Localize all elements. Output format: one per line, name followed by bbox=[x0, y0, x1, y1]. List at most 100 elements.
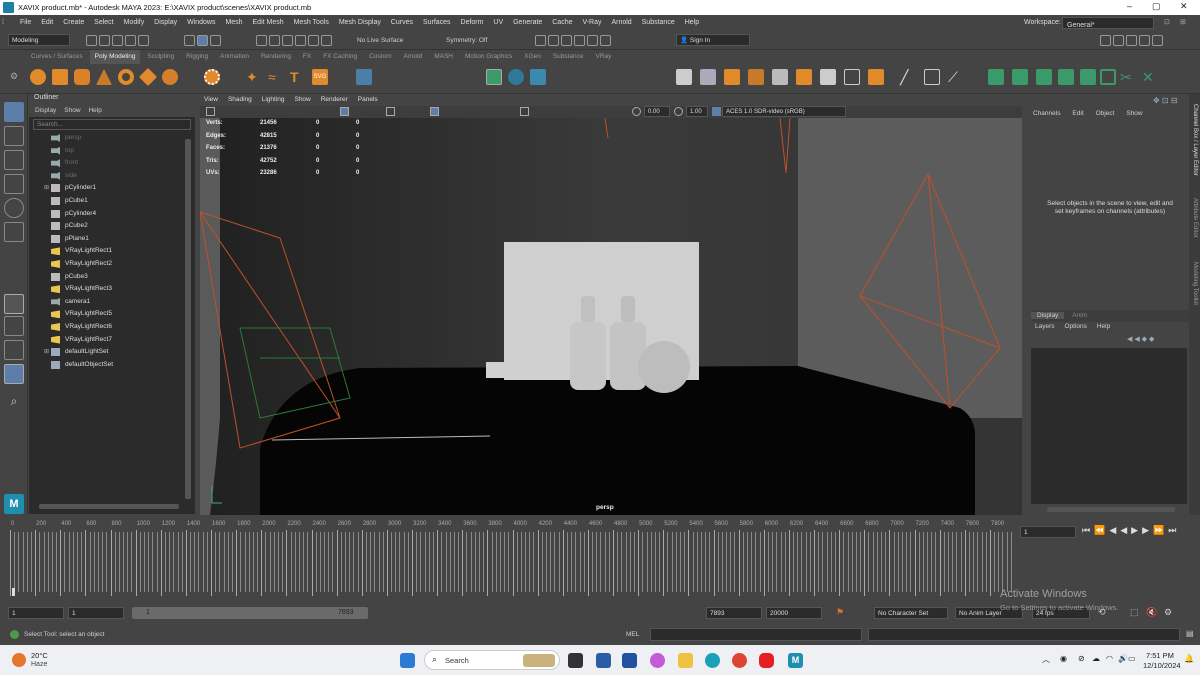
poly-cone-icon[interactable] bbox=[96, 69, 112, 85]
uv-unfold-icon[interactable] bbox=[1080, 69, 1096, 85]
shelf-tab-poly-modeling[interactable]: Poly Modeling bbox=[89, 50, 141, 64]
sign-in-dropdown[interactable]: 👤 Sign In bbox=[676, 34, 750, 46]
outliner-item[interactable]: ⊞ pCylinder1 bbox=[29, 182, 189, 194]
uv-sew-icon[interactable]: ✕ bbox=[1142, 69, 1158, 85]
edge-icon[interactable] bbox=[705, 653, 720, 668]
undo-icon[interactable] bbox=[125, 35, 136, 46]
layer-menu-layers[interactable]: Layers bbox=[1035, 323, 1055, 330]
outliner-menu-help[interactable]: Help bbox=[88, 107, 101, 114]
outliner-item[interactable]: camera1 bbox=[29, 296, 189, 308]
menu-edit-mesh[interactable]: Edit Mesh bbox=[249, 15, 288, 31]
store-icon[interactable] bbox=[596, 653, 611, 668]
menu-surfaces[interactable]: Surfaces bbox=[419, 15, 455, 31]
ipr-icon[interactable] bbox=[548, 35, 559, 46]
shelf-tab-rendering[interactable]: Rendering bbox=[256, 50, 296, 64]
select-tool-icon[interactable] bbox=[4, 102, 24, 122]
view-transform-dropdown[interactable]: ACES 1.0 SDR-video (sRGB) bbox=[722, 106, 846, 117]
outliner-item[interactable]: VRayLightRect5 bbox=[29, 308, 189, 320]
menuset-dropdown[interactable]: Modeling bbox=[8, 34, 70, 46]
shelf-tab-rigging[interactable]: Rigging bbox=[181, 50, 213, 64]
workspace-lock-icon[interactable]: ⊡ bbox=[1160, 15, 1174, 31]
hypershade-icon[interactable] bbox=[574, 35, 585, 46]
step-forward-frame-icon[interactable]: ▶ bbox=[1142, 525, 1153, 535]
wireframe-icon[interactable] bbox=[386, 107, 395, 116]
windows-start-icon[interactable] bbox=[400, 653, 415, 668]
menu-mesh-tools[interactable]: Mesh Tools bbox=[290, 15, 333, 31]
outliner-item[interactable]: persp bbox=[29, 132, 189, 144]
lasso-tool-icon[interactable] bbox=[4, 126, 24, 146]
outliner-search-input[interactable]: Search... bbox=[33, 119, 191, 130]
start-frame-field[interactable]: 1 bbox=[8, 607, 64, 619]
poly-plane-icon[interactable] bbox=[138, 67, 158, 87]
weather-icon[interactable] bbox=[12, 653, 26, 667]
shelf-tab-fx[interactable]: FX bbox=[298, 50, 316, 64]
maya-m-icon[interactable]: M bbox=[4, 494, 24, 514]
paint-select-icon[interactable] bbox=[4, 150, 24, 170]
uv-automatic-icon[interactable] bbox=[1058, 69, 1074, 85]
shelf-tab-arnold[interactable]: Arnold bbox=[398, 50, 427, 64]
uv-layout-icon[interactable] bbox=[1100, 69, 1116, 85]
poly-disc-icon[interactable] bbox=[162, 69, 178, 85]
shelf-tab-motion-graphics[interactable]: Motion Graphics bbox=[460, 50, 517, 64]
maya-taskbar-icon[interactable]: M bbox=[788, 653, 803, 668]
play-back-icon[interactable]: ◀ bbox=[1120, 525, 1131, 535]
current-time-marker[interactable] bbox=[12, 588, 15, 596]
outliner-menu-show[interactable]: Show bbox=[64, 107, 80, 114]
go-to-start-icon[interactable]: ⏮ bbox=[1082, 525, 1094, 535]
snap-view-icon[interactable] bbox=[295, 35, 306, 46]
shelf-tab-custom[interactable]: Custom bbox=[364, 50, 396, 64]
tray-link-icon[interactable]: ⊘ bbox=[1078, 654, 1085, 663]
four-view-layout-icon[interactable] bbox=[4, 316, 24, 336]
live-surface-label[interactable]: No Live Surface bbox=[357, 37, 403, 44]
outliner-item[interactable]: front bbox=[29, 157, 189, 169]
script-editor-icon[interactable]: ▤ bbox=[1186, 629, 1194, 638]
shelf-tab-animation[interactable]: Animation bbox=[215, 50, 254, 64]
bool-union-icon[interactable] bbox=[748, 69, 764, 85]
exposure-icon[interactable] bbox=[632, 107, 641, 116]
animation-end-field[interactable]: 20000 bbox=[766, 607, 822, 619]
outliner-item[interactable]: pPlane1 bbox=[29, 233, 189, 245]
layer-menu-options[interactable]: Options bbox=[1064, 323, 1086, 330]
vp-menu-lighting[interactable]: Lighting bbox=[258, 94, 289, 106]
wifi-icon[interactable]: ◠ bbox=[1106, 654, 1113, 663]
toggle-attribute-editor-icon[interactable] bbox=[1113, 35, 1124, 46]
persp-graph-layout-icon[interactable] bbox=[4, 364, 24, 384]
layer-tab-anim[interactable]: Anim bbox=[1066, 312, 1093, 319]
menu-file[interactable]: File bbox=[16, 15, 35, 31]
menu-cache[interactable]: Cache bbox=[548, 15, 576, 31]
new-scene-icon[interactable] bbox=[86, 35, 97, 46]
toggle-tool-settings-icon[interactable] bbox=[1126, 35, 1137, 46]
menu-create[interactable]: Create bbox=[59, 15, 88, 31]
shelf-tab-fx-caching[interactable]: FX Caching bbox=[318, 50, 362, 64]
snap-surface-icon[interactable] bbox=[308, 35, 319, 46]
outliner-item[interactable]: defaultObjectSet bbox=[29, 359, 189, 371]
workspace-save-icon[interactable]: ⊞ bbox=[1176, 15, 1190, 31]
character-set-dropdown[interactable]: No Character Set bbox=[874, 607, 948, 619]
menu-modify[interactable]: Modify bbox=[120, 15, 149, 31]
outliner-item[interactable]: pCube2 bbox=[29, 220, 189, 232]
menu-help[interactable]: Help bbox=[681, 15, 703, 31]
shelf-tab-sculpting[interactable]: Sculpting bbox=[142, 50, 179, 64]
snap-curve-icon[interactable] bbox=[269, 35, 280, 46]
playback-end-field[interactable]: 7893 bbox=[706, 607, 762, 619]
super-shapes-icon[interactable] bbox=[204, 69, 220, 85]
expand-icon[interactable]: ⊞ bbox=[44, 184, 49, 191]
vp-menu-shading[interactable]: Shading bbox=[224, 94, 256, 106]
smooth-icon[interactable] bbox=[530, 69, 546, 85]
menu-mesh-display[interactable]: Mesh Display bbox=[335, 15, 385, 31]
shelf-tab-substance[interactable]: Substance bbox=[548, 50, 589, 64]
cb-menu-channels[interactable]: Channels bbox=[1033, 110, 1060, 117]
sweep-mesh-icon[interactable]: ✦ bbox=[246, 69, 262, 85]
cb-menu-edit[interactable]: Edit bbox=[1072, 110, 1083, 117]
menu-uv[interactable]: UV bbox=[489, 15, 507, 31]
symmetry-dropdown[interactable]: Symmetry: Off bbox=[446, 37, 487, 44]
shelf-tab-xgen[interactable]: XGen bbox=[519, 50, 546, 64]
reduce-icon[interactable] bbox=[844, 69, 860, 85]
cb-menu-show[interactable]: Show bbox=[1126, 110, 1142, 117]
mel-label[interactable]: MEL bbox=[626, 631, 639, 638]
outliner-item[interactable]: pCylinder4 bbox=[29, 208, 189, 220]
curve-tool-icon[interactable]: ≈ bbox=[268, 69, 284, 85]
menu-select[interactable]: Select bbox=[90, 15, 117, 31]
playback-start-field[interactable]: 1 bbox=[68, 607, 124, 619]
exposure-field[interactable]: 0.00 bbox=[644, 106, 670, 117]
